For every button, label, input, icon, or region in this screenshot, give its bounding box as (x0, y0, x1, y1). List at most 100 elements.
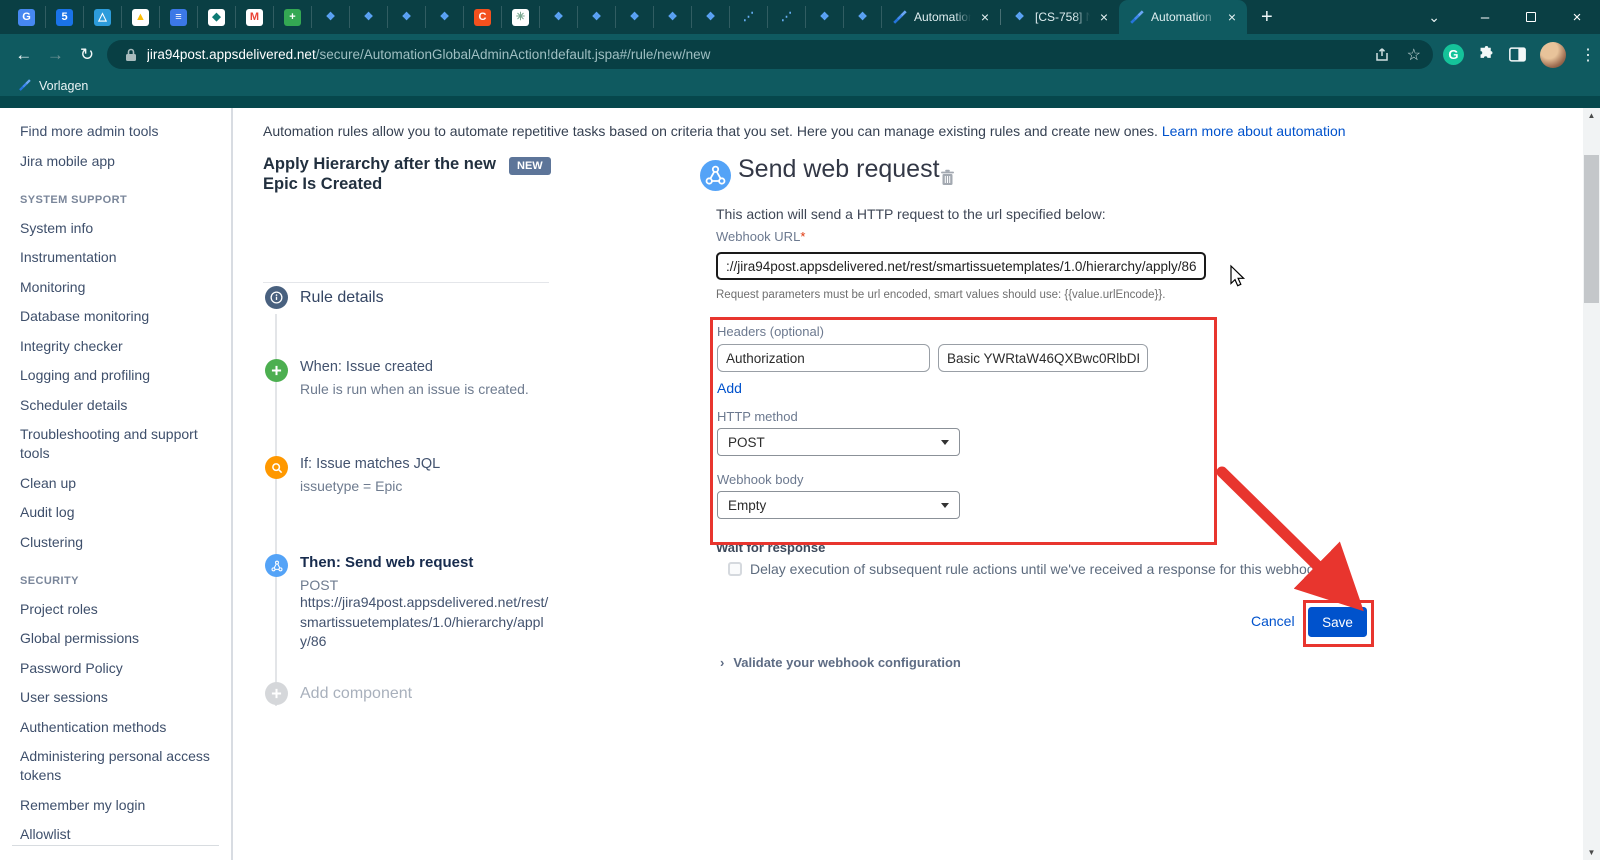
pinned-tab[interactable]: ▲ (122, 6, 160, 28)
sidebar-item[interactable]: Project roles (20, 600, 212, 619)
condition-search-icon[interactable] (265, 456, 288, 479)
pinned-tab[interactable]: △ (84, 6, 122, 28)
stack-icon: ❖ (1011, 9, 1028, 26)
action-step[interactable]: Then: Send web request POST https://jira… (300, 554, 552, 652)
share-icon[interactable] (1375, 47, 1391, 62)
sidebar-item[interactable]: Audit log (20, 503, 212, 522)
pinned-tab[interactable]: C (464, 6, 502, 28)
intro-text: Automation rules allow you to automate r… (263, 123, 1158, 139)
scrollbar-thumb[interactable] (1584, 155, 1599, 303)
action-webhook-icon[interactable] (265, 554, 288, 577)
add-component-label[interactable]: Add component (300, 685, 412, 703)
pinned-tab[interactable]: ❖ (616, 6, 654, 28)
sidebar-item[interactable]: Find more admin tools (20, 122, 212, 141)
tab-automation-1[interactable]: Automation × (882, 0, 1000, 34)
pinned-tab[interactable]: ≡ (160, 6, 198, 28)
favicon: △ (94, 9, 111, 26)
bookmark-vorlagen[interactable]: Vorlagen (39, 79, 88, 93)
profile-avatar[interactable] (1540, 42, 1566, 68)
pinned-tab[interactable]: + (274, 6, 312, 28)
pinned-tab[interactable]: ◆ (198, 6, 236, 28)
pinned-tab[interactable]: ❖ (350, 6, 388, 28)
tab-cs-758[interactable]: ❖ [CS-758] Nu × (1001, 0, 1119, 34)
pinned-tab[interactable]: ❖ (654, 6, 692, 28)
vertical-scrollbar[interactable]: ▲ ▼ (1583, 108, 1600, 860)
rule-details-info-icon[interactable] (265, 286, 288, 309)
bookmark-star-icon[interactable]: ☆ (1407, 45, 1421, 65)
rule-details-label[interactable]: Rule details (300, 289, 384, 307)
new-tab-button[interactable]: + (1247, 6, 1287, 29)
favicon: ❖ (588, 9, 605, 26)
action-title: Then: Send web request (300, 554, 552, 571)
browser-menu-kebab-icon[interactable]: ⋮ (1580, 45, 1600, 65)
back-button[interactable]: ← (8, 45, 40, 65)
reload-button[interactable]: ↻ (71, 45, 103, 65)
pinned-tab[interactable]: ❖ (540, 6, 578, 28)
sidebar-item[interactable]: Jira mobile app (20, 152, 212, 171)
condition-step[interactable]: If: Issue matches JQL issuetype = Epic (300, 456, 440, 494)
sidebar-section-system-support: SYSTEM SUPPORT (20, 194, 217, 206)
delay-checkbox[interactable] (728, 562, 742, 576)
pinned-tab[interactable]: ❖ (312, 6, 350, 28)
trigger-plus-icon[interactable] (265, 359, 288, 382)
pinned-tab[interactable]: 5 (46, 6, 84, 28)
sidebar-item[interactable]: Clustering (20, 533, 212, 552)
scroll-up-icon[interactable]: ▲ (1583, 108, 1600, 123)
sidebar-item[interactable]: Database monitoring (20, 307, 212, 326)
sidebar-item[interactable]: Password Policy (20, 659, 212, 678)
sidebar-item[interactable]: Instrumentation (20, 248, 212, 267)
add-component-plus-icon[interactable] (265, 682, 288, 705)
webhook-url-input[interactable] (716, 252, 1206, 280)
grammarly-extension-icon[interactable]: G (1443, 44, 1464, 65)
url-text[interactable]: jira94post.appsdelivered.net/secure/Auto… (147, 47, 1365, 62)
trigger-step[interactable]: When: Issue created Rule is run when an … (300, 359, 529, 397)
pinned-tab[interactable]: ❖ (426, 6, 464, 28)
close-button[interactable]: × (1554, 0, 1600, 34)
learn-more-link[interactable]: Learn more about automation (1162, 123, 1346, 139)
pinned-tab[interactable]: ❖ (388, 6, 426, 28)
pinned-tab[interactable]: ⋰ (730, 6, 768, 28)
pinned-tab[interactable]: G (8, 6, 46, 28)
delay-checkbox-label: Delay execution of subsequent rule actio… (750, 561, 1390, 577)
sidebar-item[interactable]: Global permissions (20, 629, 212, 648)
maximize-button[interactable] (1508, 0, 1554, 34)
sidebar-item[interactable]: Integrity checker (20, 337, 212, 356)
tab-close-icon[interactable]: × (978, 9, 992, 25)
extensions-puzzle-icon[interactable] (1478, 46, 1495, 63)
scroll-down-icon[interactable]: ▼ (1583, 845, 1600, 860)
pinned-tab[interactable]: ❖ (806, 6, 844, 28)
tab-close-icon[interactable]: × (1225, 9, 1239, 25)
sidebar-item[interactable]: Scheduler details (20, 396, 212, 415)
pinned-tab[interactable]: ⋰ (768, 6, 806, 28)
sidebar-item[interactable]: Remember my login (20, 796, 212, 815)
delete-action-trash-icon[interactable] (940, 169, 955, 191)
tab-close-icon[interactable]: × (1097, 9, 1111, 25)
sidebar-item[interactable]: Logging and profiling (20, 366, 212, 385)
cancel-link[interactable]: Cancel (1251, 613, 1295, 629)
sidebar-item[interactable]: System info (20, 219, 212, 238)
address-bar[interactable]: jira94post.appsdelivered.net/secure/Auto… (107, 40, 1433, 69)
pinned-tab[interactable]: ❖ (844, 6, 882, 28)
page-header-strip (0, 96, 1600, 108)
webhook-url-help: Request parameters must be url encoded, … (716, 289, 1165, 301)
sidebar-item[interactable]: Troubleshooting and support tools (20, 425, 212, 463)
sidebar-item[interactable]: Authentication methods (20, 718, 212, 737)
favicon: ❖ (664, 9, 681, 26)
tab-overflow-chevron-icon[interactable]: ⌄ (1406, 9, 1462, 26)
minimize-button[interactable]: – (1462, 0, 1508, 34)
pinned-tab[interactable]: ❖ (578, 6, 616, 28)
tab-automation-active[interactable]: Automation × (1119, 0, 1247, 34)
sidebar-item[interactable]: Allowlist (20, 825, 212, 844)
favicon: C (474, 9, 491, 26)
sidebar-item[interactable]: Clean up (20, 474, 212, 493)
sidebar-item[interactable]: User sessions (20, 688, 212, 707)
pinned-tab[interactable]: M (236, 6, 274, 28)
pinned-tab[interactable]: ✳ (502, 6, 540, 28)
sidebar-item[interactable]: Monitoring (20, 278, 212, 297)
side-panel-icon[interactable] (1509, 47, 1526, 62)
annotation-box-save (1303, 600, 1374, 647)
lock-icon[interactable] (125, 48, 137, 62)
sidebar-item[interactable]: Administering personal access tokens (20, 747, 212, 785)
validate-webhook-row[interactable]: › Validate your webhook configuration (720, 655, 961, 670)
pinned-tab[interactable]: ❖ (692, 6, 730, 28)
